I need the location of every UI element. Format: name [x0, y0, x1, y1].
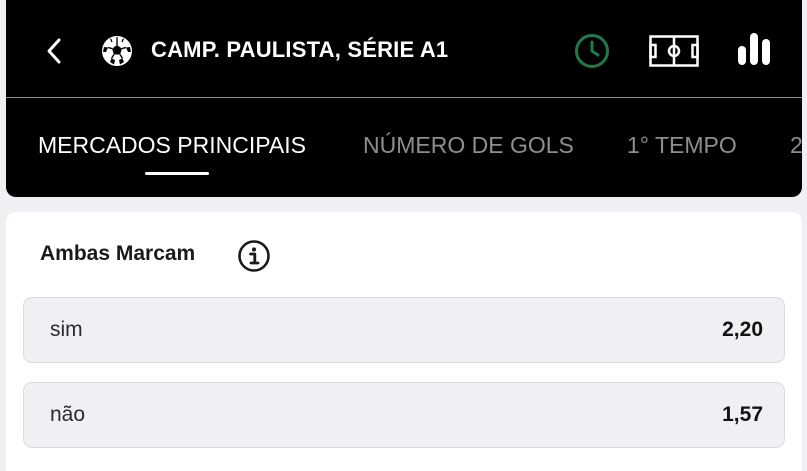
top-bar: CAMP. PAULISTA, SÉRIE A1 [6, 0, 802, 98]
info-icon[interactable] [237, 239, 271, 273]
tab-primeiro-tempo[interactable]: 1° TEMPO [627, 132, 737, 159]
odd-value: 1,57 [722, 403, 763, 426]
market-card: Ambas Marcam sim 2,20 não 1,57 [6, 212, 802, 471]
chevron-left-icon [47, 38, 61, 64]
odd-option-label: não [50, 403, 86, 426]
market-tabs: MERCADOS PRINCIPAIS NÚMERO DE GOLS 1° TE… [6, 99, 802, 197]
page-title: CAMP. PAULISTA, SÉRIE A1 [151, 37, 449, 62]
tab-segundo-tempo[interactable]: 2 [790, 132, 802, 159]
top-header: CAMP. PAULISTA, SÉRIE A1 MERCADOS PRINCI… [6, 0, 802, 197]
tab-numero-de-gols[interactable]: NÚMERO DE GOLS [363, 132, 574, 159]
tab-mercados-principais[interactable]: MERCADOS PRINCIPAIS [38, 132, 306, 159]
active-tab-indicator [145, 172, 209, 175]
odd-value: 2,20 [722, 318, 763, 341]
stats-icon[interactable] [736, 32, 772, 66]
odd-option-sim[interactable]: sim 2,20 [23, 297, 785, 363]
clock-icon[interactable] [574, 33, 610, 69]
market-title: Ambas Marcam [40, 242, 196, 265]
back-button[interactable] [40, 33, 68, 69]
odd-option-nao[interactable]: não 1,57 [23, 382, 785, 448]
odd-option-label: sim [50, 318, 83, 341]
field-icon[interactable] [649, 35, 699, 67]
soccer-ball-icon [102, 36, 132, 66]
